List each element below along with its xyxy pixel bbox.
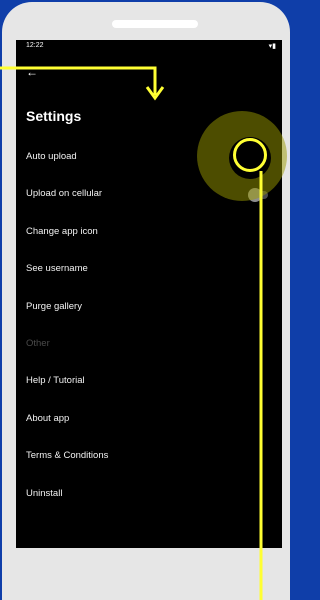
arrow-to-settings-line — [0, 66, 157, 95]
tutorial-arrows — [0, 66, 263, 600]
